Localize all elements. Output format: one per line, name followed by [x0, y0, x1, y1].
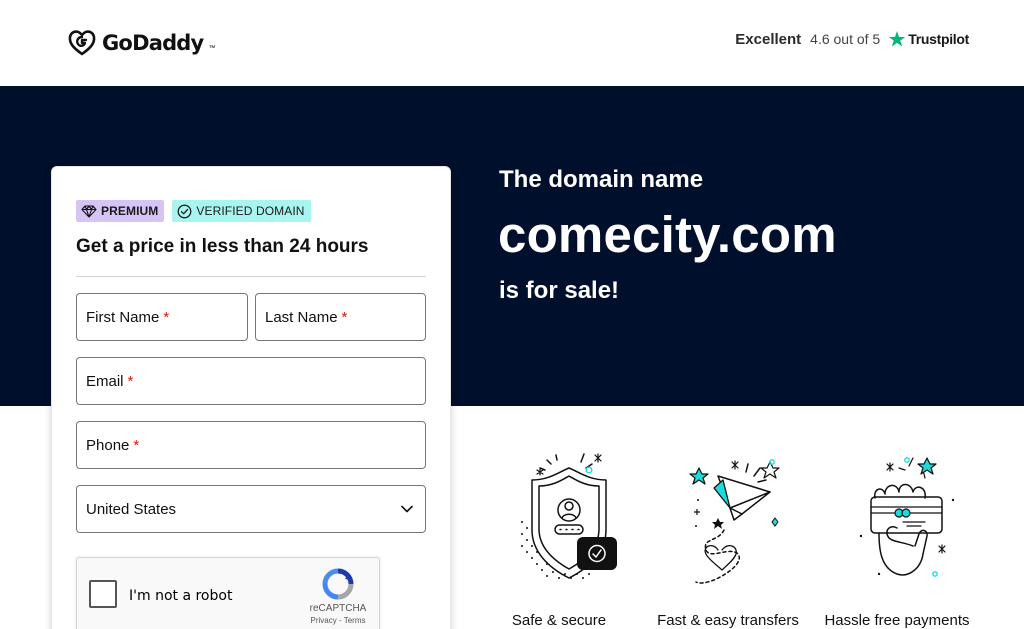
card-hand-icon: [859, 457, 955, 577]
logo-wordmark: GoDaddy: [102, 31, 204, 55]
first-name-field[interactable]: First Name *: [76, 293, 248, 341]
last-name-label: Last Name: [265, 308, 338, 326]
form-title: Get a price in less than 24 hours: [76, 236, 369, 257]
recaptcha-brand: reCAPTCHA: [309, 603, 367, 614]
chevron-down-icon: [401, 505, 413, 513]
required-marker: *: [133, 436, 140, 454]
rating-label: Excellent: [735, 30, 802, 48]
godaddy-logo-icon: [68, 30, 96, 56]
feature-label: Fast & easy transfers: [657, 612, 799, 629]
verified-badge-label: VERIFIED DOMAIN: [196, 204, 305, 218]
rating-score: 4.6 out of 5: [810, 31, 881, 47]
diamond-icon: [81, 204, 97, 218]
email-field[interactable]: Email *: [76, 357, 426, 405]
last-name-field[interactable]: Last Name *: [255, 293, 426, 341]
godaddy-logo[interactable]: GoDaddy ™: [66, 27, 215, 59]
country-select[interactable]: United States: [76, 485, 426, 533]
verified-badge: VERIFIED DOMAIN: [172, 200, 311, 222]
feature-label: Hassle free payments: [824, 612, 970, 629]
check-circle-icon: [177, 204, 192, 218]
required-marker: *: [127, 372, 134, 390]
domain-name: comecity.com: [498, 206, 837, 263]
required-marker: *: [163, 308, 170, 326]
recaptcha-checkbox[interactable]: [89, 580, 117, 608]
price-request-form: PREMIUM VERIFIED DOMAIN Get a price in l…: [51, 166, 451, 629]
trustpilot-star-icon: [888, 31, 906, 47]
recaptcha-logo-icon: [322, 568, 354, 600]
recaptcha-links[interactable]: Privacy - Terms: [299, 616, 377, 625]
trustpilot-rating[interactable]: Excellent 4.6 out of 5 Trustpilot: [735, 30, 969, 48]
badge-row: PREMIUM VERIFIED DOMAIN: [76, 200, 311, 222]
country-value: United States: [86, 500, 177, 518]
shield-icon: [521, 453, 617, 579]
recaptcha-widget: I'm not a robot reCAPTCHA Privacy - Term…: [76, 557, 380, 629]
hero-lead: The domain name: [499, 166, 704, 193]
paper-plane-icon: [689, 459, 780, 584]
phone-field[interactable]: Phone *: [76, 421, 426, 469]
phone-label: Phone: [86, 436, 130, 454]
feature-hassle-free-payments: Hassle free payments: [817, 450, 977, 629]
logo-trademark: ™: [208, 44, 216, 52]
feature-fast-transfers: Fast & easy transfers: [648, 450, 808, 629]
for-sale-text: is for sale!: [499, 277, 620, 304]
email-label: Email: [86, 372, 124, 390]
form-divider: [76, 276, 426, 277]
required-marker: *: [341, 308, 348, 326]
recaptcha-label: I'm not a robot: [129, 588, 233, 604]
premium-badge-label: PREMIUM: [101, 204, 159, 218]
top-bar: GoDaddy ™ Excellent 4.6 out of 5 Trustpi…: [0, 0, 1024, 86]
feature-safe-secure: Safe & secure: [479, 450, 639, 629]
premium-badge: PREMIUM: [76, 200, 165, 222]
first-name-label: First Name: [86, 308, 160, 326]
trustpilot-label: Trustpilot: [908, 31, 969, 47]
feature-label: Safe & secure: [511, 612, 607, 629]
